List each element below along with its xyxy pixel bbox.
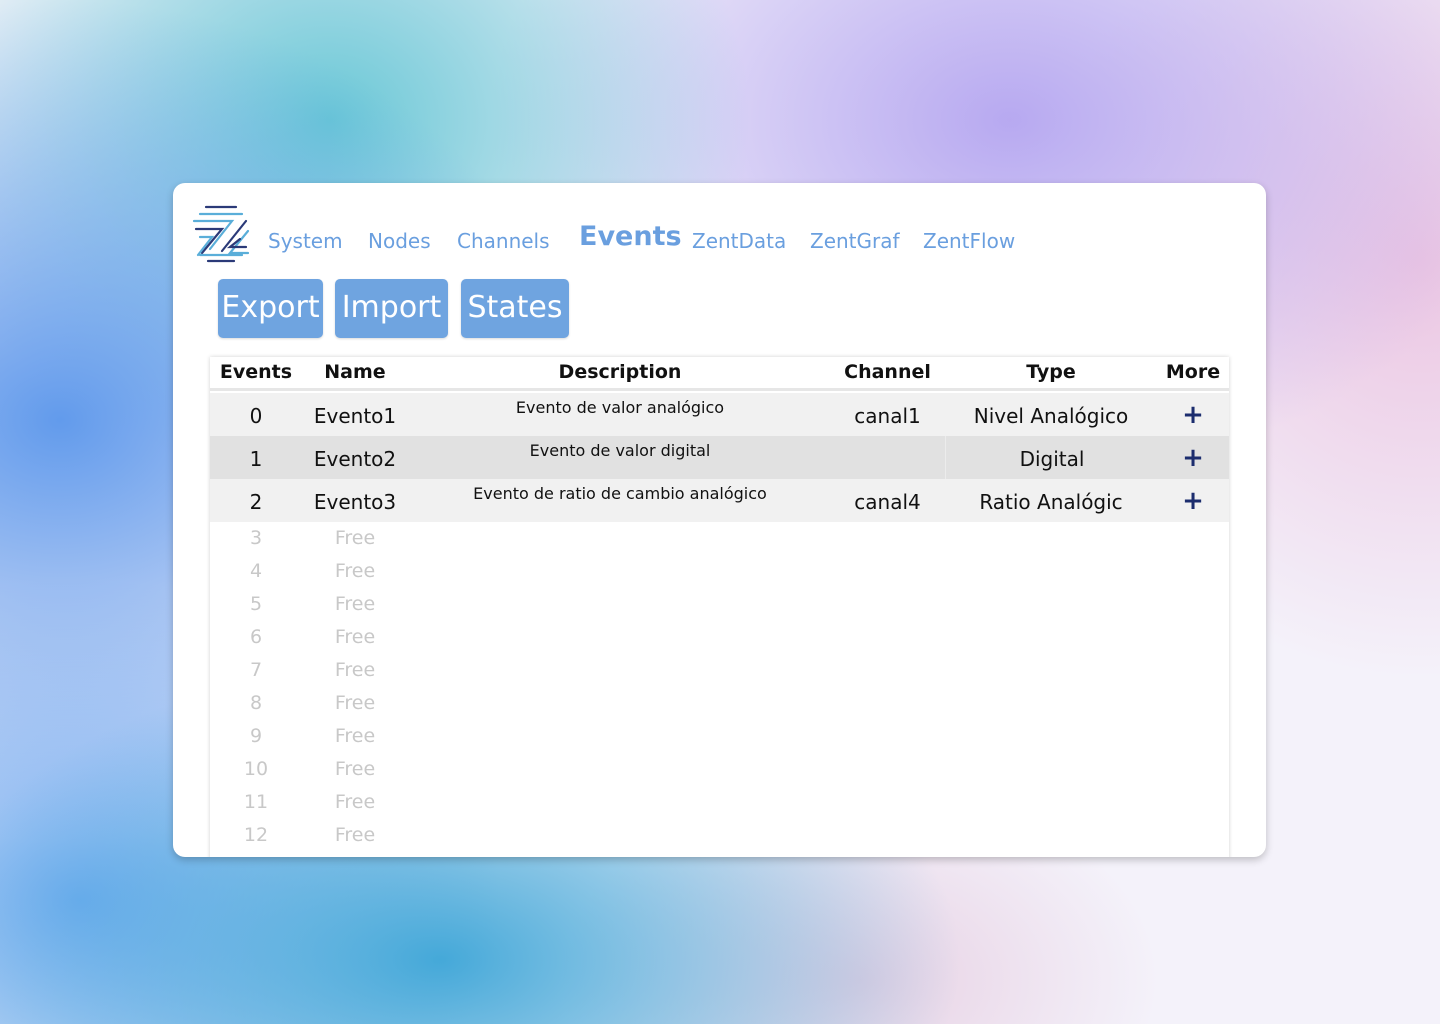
plus-icon[interactable]: +: [1157, 393, 1229, 436]
header-divider: [210, 388, 1229, 391]
event-name: Free: [334, 791, 376, 813]
event-name: Free: [334, 824, 376, 846]
event-id: 0: [249, 404, 263, 428]
nav-zentdata[interactable]: ZentData: [692, 223, 786, 259]
free-slot-row[interactable]: 12 Free: [210, 819, 1229, 852]
free-slot-row[interactable]: 7 Free: [210, 654, 1229, 687]
event-id: 9: [249, 725, 263, 747]
event-name: Free: [334, 560, 376, 582]
nav-system[interactable]: System: [268, 223, 343, 259]
export-button[interactable]: Export: [218, 279, 323, 338]
nav-channels[interactable]: Channels: [457, 223, 550, 259]
event-id: 4: [249, 560, 263, 582]
event-name: Free: [334, 527, 376, 549]
nav-events[interactable]: Events: [579, 219, 682, 255]
zent-logo-icon[interactable]: [192, 203, 250, 263]
event-type: Ratio Analógic: [979, 490, 1123, 514]
event-channel: [830, 436, 945, 479]
column-header-channel[interactable]: Channel: [830, 357, 945, 387]
free-slot-row[interactable]: 8 Free: [210, 687, 1229, 720]
table-row[interactable]: 0 Evento1 Evento de valor analógico cana…: [210, 393, 1229, 436]
table-row[interactable]: 1 Evento2 Evento de valor digital Digita…: [210, 436, 1229, 479]
event-name: Evento2: [313, 447, 397, 471]
event-type: Nivel Analógico: [973, 404, 1129, 428]
event-id: 7: [249, 659, 263, 681]
free-slot-row[interactable]: 9 Free: [210, 720, 1229, 753]
event-id: 5: [249, 593, 263, 615]
column-header-events[interactable]: Events: [210, 357, 302, 387]
event-name: Evento1: [313, 404, 397, 428]
event-id: 3: [249, 527, 263, 549]
event-name: Free: [334, 725, 376, 747]
import-button[interactable]: Import: [335, 279, 448, 338]
column-header-name[interactable]: Name: [302, 357, 408, 387]
plus-icon[interactable]: +: [1157, 479, 1229, 522]
table-row[interactable]: 2 Evento3 Evento de ratio de cambio anal…: [210, 479, 1229, 522]
event-id: 11: [243, 791, 269, 813]
event-channel: canal1: [854, 404, 921, 428]
column-header-description[interactable]: Description: [420, 357, 820, 387]
free-slot-row[interactable]: 4 Free: [210, 555, 1229, 588]
event-type: Digital: [945, 436, 1158, 479]
event-id: 6: [249, 626, 263, 648]
event-id: 10: [243, 758, 269, 780]
free-slot-row[interactable]: 11 Free: [210, 786, 1229, 819]
event-name: Free: [334, 692, 376, 714]
event-id: 8: [249, 692, 263, 714]
event-channel: canal4: [854, 490, 921, 514]
event-description: Evento de valor analógico: [515, 398, 725, 417]
column-header-more[interactable]: More: [1157, 357, 1229, 387]
free-slot-row[interactable]: 6 Free: [210, 621, 1229, 654]
events-table: Events Name Description Channel Type Mor…: [210, 357, 1229, 857]
event-id: 12: [243, 824, 269, 846]
event-id: 1: [249, 447, 263, 471]
nav-zentgraf[interactable]: ZentGraf: [810, 223, 900, 259]
free-slot-row[interactable]: 5 Free: [210, 588, 1229, 621]
event-name: Free: [334, 593, 376, 615]
states-button[interactable]: States: [461, 279, 569, 338]
nav-zentflow[interactable]: ZentFlow: [923, 223, 1015, 259]
event-id: 2: [249, 490, 263, 514]
free-slot-row[interactable]: 10 Free: [210, 753, 1229, 786]
event-name: Free: [334, 758, 376, 780]
events-panel: System Nodes Channels Events ZentData Ze…: [173, 183, 1266, 857]
event-name: Evento3: [313, 490, 397, 514]
nav-nodes[interactable]: Nodes: [368, 223, 431, 259]
column-header-type[interactable]: Type: [945, 357, 1157, 387]
event-description: Evento de ratio de cambio analógico: [473, 484, 767, 503]
event-name: Free: [334, 626, 376, 648]
free-slot-row[interactable]: 3 Free: [210, 522, 1229, 555]
event-name: Free: [334, 659, 376, 681]
plus-icon[interactable]: +: [1157, 436, 1229, 479]
event-description: Evento de valor digital: [529, 441, 711, 460]
